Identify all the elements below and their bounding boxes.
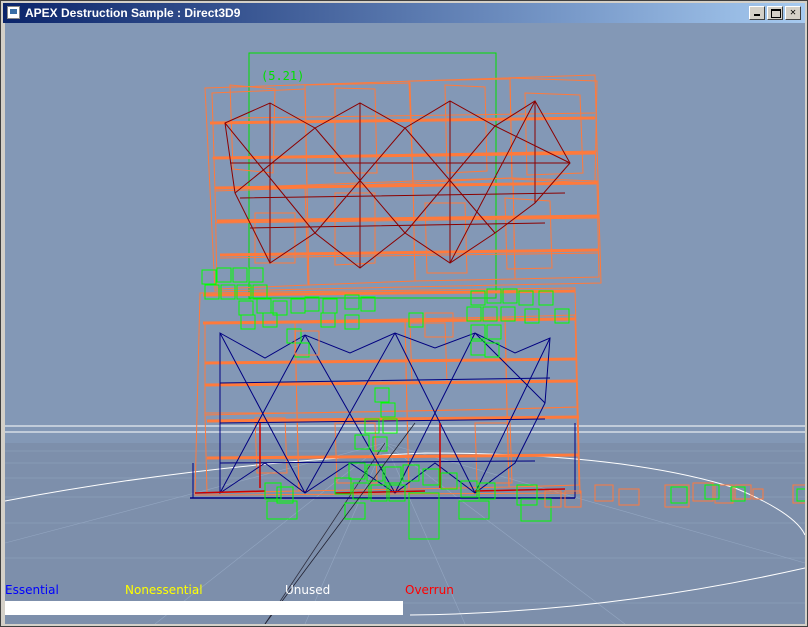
- maximize-button[interactable]: [767, 6, 783, 20]
- legend-unused: Unused: [285, 583, 331, 597]
- legend-essential: Essential: [5, 583, 59, 597]
- app-window: APEX Destruction Sample : Direct3D9 ✕ (5…: [0, 0, 808, 627]
- scene-canvas: (5.21): [5, 52, 805, 624]
- legend-nonessential: Nonessential: [125, 583, 203, 597]
- bounds-label: (5.21): [261, 69, 304, 83]
- title-bar[interactable]: APEX Destruction Sample : Direct3D9: [3, 3, 805, 23]
- window-title: APEX Destruction Sample : Direct3D9: [25, 6, 241, 20]
- caption-buttons: [747, 6, 801, 20]
- budget-bar: [5, 601, 403, 615]
- render-viewport[interactable]: (5.21) Essential Nonessential Unused Ove…: [5, 23, 805, 624]
- app-icon[interactable]: [7, 6, 20, 19]
- minimize-button[interactable]: [749, 6, 765, 20]
- legend-overrun: Overrun: [405, 583, 454, 597]
- upper-wall-edges: [209, 116, 600, 257]
- close-button[interactable]: [785, 6, 801, 20]
